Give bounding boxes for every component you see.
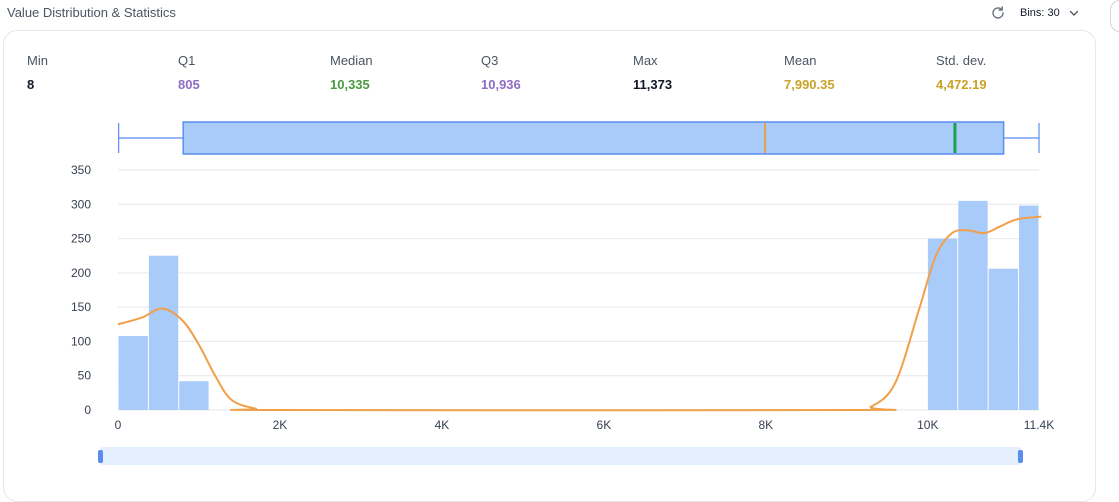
histogram-bar[interactable] xyxy=(179,381,209,410)
y-tick-label: 50 xyxy=(78,369,92,383)
histogram-chart: 0 50 100 150 200 250 300 350 0 2K 4K 6K 8K 10K 11.4K xyxy=(71,121,1054,465)
range-slider-handle-right[interactable] xyxy=(1018,450,1023,463)
grid-layer xyxy=(118,169,1039,411)
x-tick-label: 2K xyxy=(273,418,288,432)
range-slider[interactable] xyxy=(98,447,1023,465)
boxplot-box xyxy=(182,121,1005,155)
x-tick-label: 6K xyxy=(597,418,612,432)
histogram-bar[interactable] xyxy=(1019,205,1039,410)
x-tick-label: 8K xyxy=(759,418,774,432)
y-tick-label: 300 xyxy=(71,197,91,211)
y-tick-label: 350 xyxy=(71,163,91,177)
x-tick-label: 11.4K xyxy=(1024,418,1054,432)
x-tick-label: 0 xyxy=(115,418,122,432)
y-tick-label: 0 xyxy=(84,403,91,417)
x-tick-label: 4K xyxy=(435,418,450,432)
y-tick-label: 150 xyxy=(71,300,91,314)
bar-layer xyxy=(118,200,1039,410)
boxplot-layer xyxy=(118,121,1040,155)
range-slider-track[interactable] xyxy=(100,447,1021,465)
histogram-bar[interactable] xyxy=(118,335,148,410)
density-curve xyxy=(117,215,1042,412)
histogram-bar[interactable] xyxy=(148,255,179,410)
range-slider-handle-left[interactable] xyxy=(98,450,103,463)
y-tick-label: 100 xyxy=(71,334,91,348)
y-tick-label: 250 xyxy=(71,232,91,246)
y-tick-label: 200 xyxy=(71,266,91,280)
x-tick-label: 10K xyxy=(917,418,938,432)
density-layer xyxy=(117,215,1042,412)
axis-layer: 0 50 100 150 200 250 300 350 0 2K 4K 6K 8K 10K 11.4K xyxy=(71,163,1054,432)
histogram-bar[interactable] xyxy=(988,268,1019,410)
